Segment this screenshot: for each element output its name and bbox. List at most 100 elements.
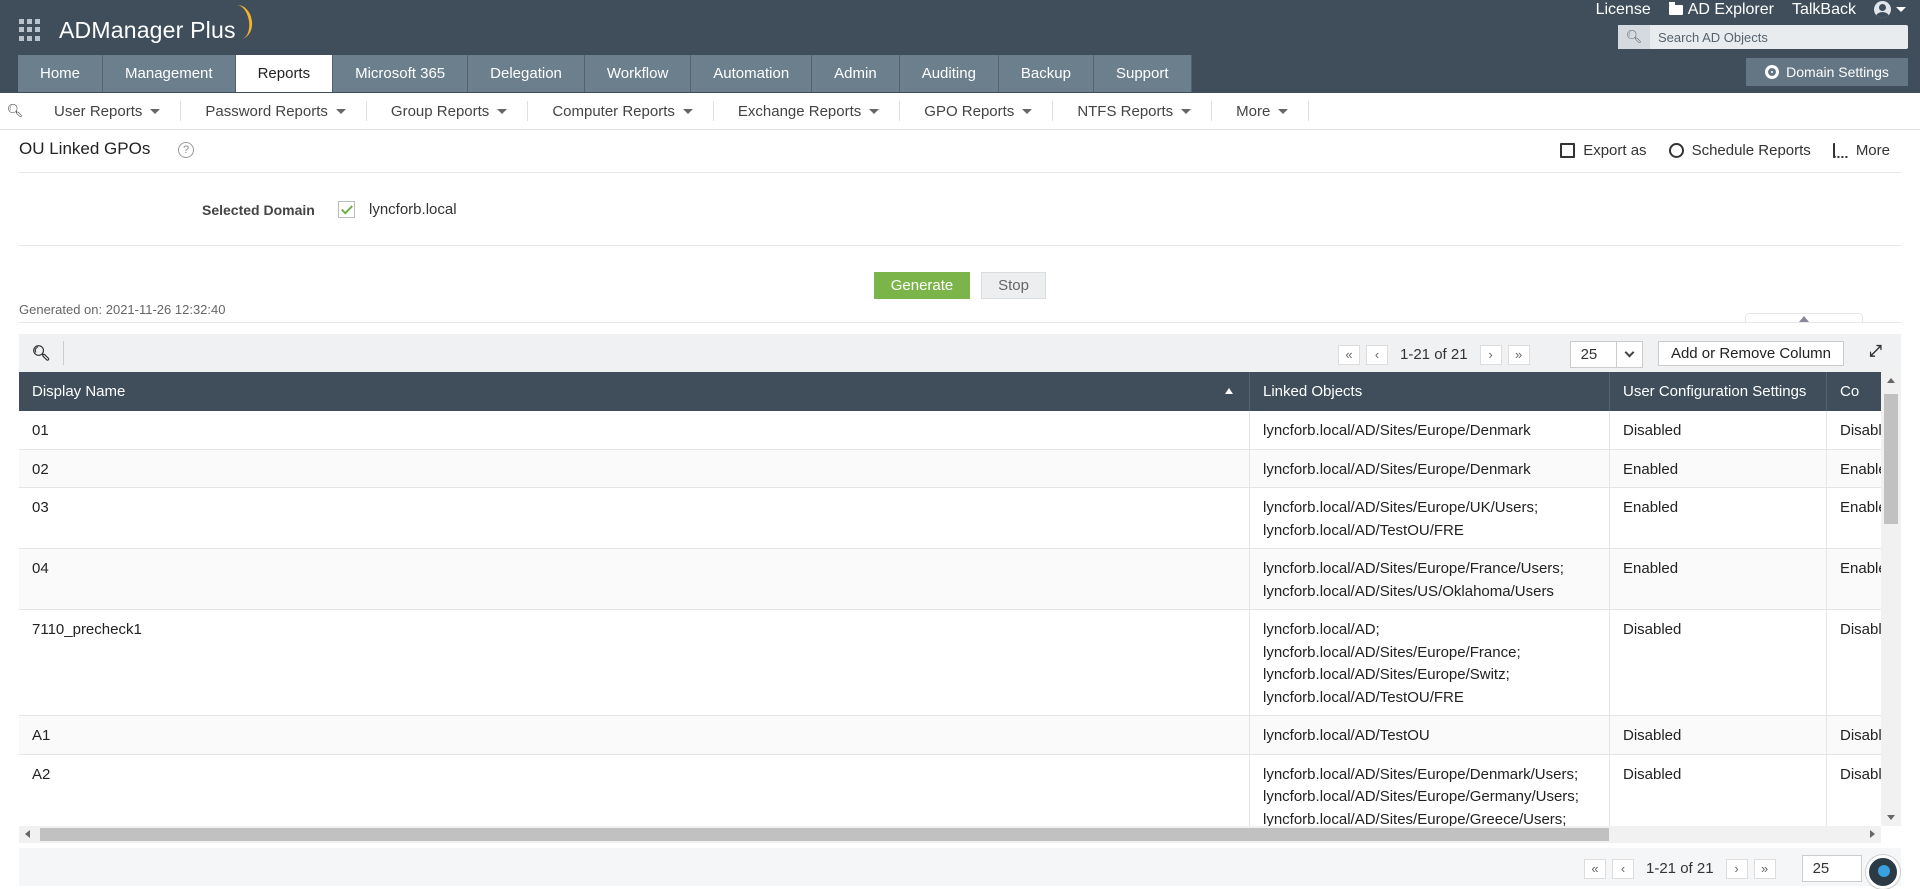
cell-display-name: 02 [19,449,1250,487]
horizontal-scrollbar[interactable] [19,826,1881,843]
domain-settings-button[interactable]: Domain Settings [1746,58,1908,86]
cell-linked-objects: lyncforb.local/AD/TestOU [1250,716,1610,754]
next-page-button[interactable]: › [1479,344,1502,365]
table-row[interactable]: 03 lyncforb.local/AD/Sites/Europe/UK/User… [19,488,1881,549]
linked-object-line: lyncforb.local/AD/Sites/Europe/Greece/Us… [1263,810,1567,827]
chevron-down-icon [1615,342,1642,367]
logo-arc-icon [223,3,255,41]
stop-button[interactable]: Stop [981,272,1046,299]
linked-object-line: lyncforb.local/AD/Sites/US/Oklahoma/User… [1263,582,1554,600]
ad-explorer-link[interactable]: AD Explorer [1668,0,1774,19]
user-menu[interactable] [1874,0,1906,19]
subnav-exchange-reports[interactable]: Exchange Reports [714,101,901,121]
linked-object-line: lyncforb.local/AD/Sites/Europe/France/Us… [1263,560,1564,577]
selected-domain-label: Selected Domain [202,202,315,218]
cell-user-config: Disabled [1610,754,1827,826]
cell-computer-config: Enable [1840,560,1881,577]
tab-automation[interactable]: Automation [691,55,813,92]
page-size-select[interactable]: 25 [1569,341,1643,368]
linked-object-line: lyncforb.local/AD/TestOU [1263,727,1430,744]
subnav-gpo-reports[interactable]: GPO Reports [900,101,1054,121]
cell-linked-objects: lyncforb.local/AD/Sites/Europe/UK/Users;… [1250,488,1610,548]
schedule-reports-button[interactable]: Schedule Reports [1668,142,1811,159]
cell-computer-config: Disabl [1840,765,1881,783]
domain-name: lyncforb.local [369,201,457,218]
tab-support[interactable]: Support [1093,55,1192,92]
cell-computer-config: Enable [1840,460,1881,478]
divider [19,172,1901,173]
subnav-group-reports[interactable]: Group Reports [367,101,529,121]
tab-microsoft-365[interactable]: Microsoft 365 [333,55,469,92]
linked-object-line: lyncforb.local/AD/Sites/Europe/Denmark [1263,460,1531,478]
tab-reports[interactable]: Reports [235,55,334,92]
folder-icon [1668,1,1683,15]
table-row[interactable]: 02 lyncforb.local/AD/Sites/Europe/Denmark… [19,449,1881,488]
chevron-down-icon [682,108,693,114]
subnav-computer-reports[interactable]: Computer Reports [528,101,714,121]
generate-button[interactable]: Generate [874,272,970,299]
add-remove-column-button[interactable]: Add or Remove Column [1658,341,1844,366]
page-size-select[interactable]: 25 [1801,855,1862,882]
prev-page-button[interactable]: ‹ [1366,344,1388,365]
top-pager: « ‹ 1-21 of 21 › » 25 [1338,341,1643,368]
more-actions-button[interactable]: More [1832,142,1890,159]
search-input[interactable]: 🔍︎ Search AD Objects [1618,25,1908,49]
linked-object-line: lyncforb.local/AD/Sites/Europe/France; [1263,643,1521,661]
tab-auditing[interactable]: Auditing [899,55,999,92]
report-actions: Export as Schedule Reports More [1560,142,1890,159]
cell-linked-objects: lyncforb.local/AD/Sites/Europe/Denmark [1250,449,1610,487]
vertical-scrollbar[interactable] [1881,372,1901,826]
last-page-button[interactable]: » [1507,344,1530,365]
chat-support-icon[interactable] [1866,855,1900,889]
table-search-icon[interactable]: 🔍︎ [19,341,64,365]
subnav-user-reports[interactable]: User Reports [30,101,182,121]
export-as-button[interactable]: Export as [1560,142,1647,159]
license-link[interactable]: License [1596,0,1651,19]
page-range: 1-21 of 21 [1400,346,1468,363]
app-grid-icon[interactable] [19,19,41,41]
cell-user-config: Enabled [1610,488,1827,548]
column-header-linked-objects[interactable]: Linked Objects [1250,372,1610,411]
tab-home[interactable]: Home [18,55,104,92]
tab-management[interactable]: Management [103,55,236,92]
table-row[interactable]: 7110_precheck1 lyncforb.local/AD; lyncforb… [19,610,1881,716]
table-row[interactable]: 04 lyncforb.local/AD/Sites/Europe/France/… [19,549,1881,610]
top-links: License AD Explorer TalkBack [1596,0,1906,19]
table-row[interactable]: 01 lyncforb.local/AD/Sites/Europe/Denmark… [19,411,1881,450]
chevron-down-icon [150,108,161,114]
column-header-user-config[interactable]: User Configuration Settings [1610,372,1827,411]
cell-linked-objects: lyncforb.local/AD/Sites/Europe/Denmark/U… [1250,754,1610,827]
first-page-button[interactable]: « [1338,344,1360,365]
subnav-ntfs-reports[interactable]: NTFS Reports [1053,101,1213,121]
last-page-button[interactable]: » [1753,858,1776,879]
domain-checkbox[interactable] [338,201,355,218]
first-page-button[interactable]: « [1584,858,1606,879]
table-row[interactable]: A2 lyncforb.local/AD/Sites/Europe/Denmark… [19,754,1881,827]
search-placeholder: Search AD Objects [1658,29,1768,45]
prev-page-button[interactable]: ‹ [1612,858,1634,879]
subnav-more[interactable]: More [1212,101,1310,121]
column-header-display-name[interactable]: Display Name [19,372,1250,411]
linked-object-line: lyncforb.local/AD/Sites/Europe/Switz; [1263,666,1510,683]
cell-display-name: 03 [19,488,1250,548]
tab-workflow[interactable]: Workflow [584,55,692,92]
tab-backup[interactable]: Backup [998,55,1094,92]
chevron-down-icon [1181,108,1192,114]
cell-display-name: A1 [19,716,1250,754]
fullscreen-icon[interactable]: ⤢ [1869,344,1883,360]
subnav-password-reports[interactable]: Password Reports [181,101,367,121]
quick-search-icon[interactable]: 🔍︎ [0,103,30,119]
cell-display-name: 7110_precheck1 [19,610,1250,715]
cell-computer-config: Disabl [1840,621,1881,638]
cell-linked-objects: lyncforb.local/AD/Sites/Europe/France/Us… [1250,549,1610,609]
next-page-button[interactable]: › [1725,858,1748,879]
column-header-computer-config[interactable]: Co [1827,372,1881,411]
tab-admin[interactable]: Admin [812,55,900,92]
table-row[interactable]: A1 lyncforb.local/AD/TestOU Disabled Disabl [19,716,1881,755]
cell-computer-config: Disabl [1840,727,1881,744]
export-icon [1560,143,1576,158]
top-header: ADManager Plus License AD Explorer TalkB… [0,0,1920,93]
talkback-link[interactable]: TalkBack [1792,0,1856,19]
help-icon[interactable]: ? [178,142,194,158]
tab-delegation[interactable]: Delegation [468,55,585,92]
